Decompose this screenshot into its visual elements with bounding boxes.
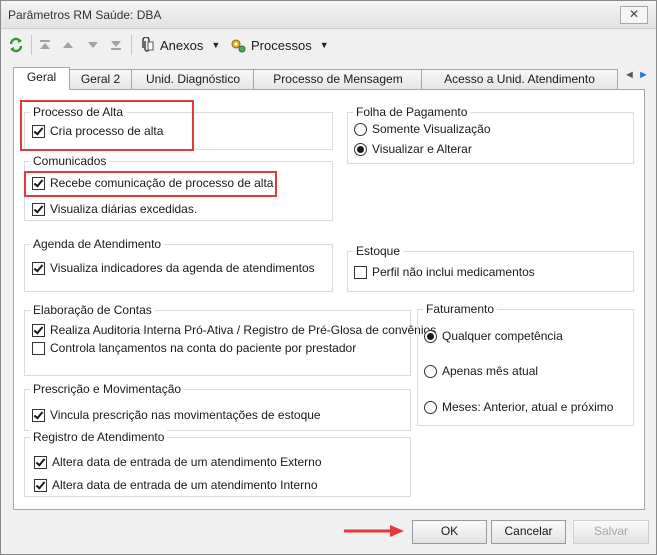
radio-label: Somente Visualização: [372, 122, 491, 136]
checkbox-box[interactable]: [354, 265, 367, 279]
checkbox-box[interactable]: [32, 261, 45, 275]
cancel-button[interactable]: Cancelar: [491, 520, 566, 544]
group-legend: Folha de Pagamento: [353, 105, 471, 119]
radio-somente-visualizacao[interactable]: Somente Visualização: [354, 122, 491, 136]
refresh-icon: [9, 37, 23, 53]
radio-label: Apenas mês atual: [442, 364, 539, 378]
window-title: Parâmetros RM Saúde: DBA: [8, 8, 162, 22]
checkbox-altera-data-interno[interactable]: Altera data de entrada de um atendimento…: [34, 478, 318, 492]
radio-qualquer-competencia[interactable]: Qualquer competência: [424, 329, 563, 343]
dialog-window: Parâmetros RM Saúde: DBA ✕ Anexos ▼ Proc…: [0, 0, 657, 555]
group-legend: Comunicados: [30, 154, 110, 168]
group-legend: Elaboração de Contas: [30, 303, 155, 317]
refresh-button[interactable]: [8, 29, 24, 61]
radio-apenas-mes-atual[interactable]: Apenas mês atual: [424, 364, 538, 378]
toolbar-separator: [131, 35, 132, 55]
tab-acesso-unid-atendimento[interactable]: Acesso a Unid. Atendimento: [421, 69, 618, 89]
tab-geral-2[interactable]: Geral 2: [68, 69, 133, 89]
radio-label: Meses: Anterior, atual e próximo: [442, 400, 614, 414]
checkbox-label: Visualiza indicadores da agenda de atend…: [50, 261, 315, 275]
tab-page-geral: Processo de Alta Cria processo de alta C…: [13, 89, 645, 510]
checkbox-auditoria-interna[interactable]: Realiza Auditoria Interna Pró-Ativa / Re…: [32, 323, 436, 337]
toolbar-separator: [31, 35, 32, 55]
ok-button[interactable]: OK: [412, 520, 487, 544]
next-record-icon: [88, 42, 98, 48]
first-record-button[interactable]: [38, 29, 52, 61]
toolbar: Anexos ▼ Processos ▼: [1, 29, 656, 61]
group-legend: Estoque: [353, 244, 404, 258]
radio-button[interactable]: [354, 122, 367, 136]
checkbox-box[interactable]: [34, 478, 47, 492]
next-record-button[interactable]: [86, 29, 100, 61]
checkbox-label: Altera data de entrada de um atendimento…: [52, 478, 318, 492]
processos-label: Processos: [251, 37, 312, 53]
group-legend: Registro de Atendimento: [30, 430, 168, 444]
group-legend: Agenda de Atendimento: [30, 237, 165, 251]
tab-scroll-buttons: ◄ ►: [624, 69, 654, 87]
chevron-down-icon: ▼: [319, 40, 329, 50]
checkbox-perfil-nao-inclui-medicamentos[interactable]: Perfil não inclui medicamentos: [354, 265, 535, 279]
checkbox-visualiza-indicadores[interactable]: Visualiza indicadores da agenda de atend…: [32, 261, 315, 275]
checkbox-box[interactable]: [34, 455, 47, 469]
anexos-menu-button[interactable]: Anexos ▼: [139, 29, 220, 61]
processos-menu-button[interactable]: Processos ▼: [230, 29, 329, 61]
radio-button[interactable]: [424, 400, 437, 414]
checkbox-label: Controla lançamentos na conta do pacient…: [50, 341, 357, 355]
checkbox-box[interactable]: [32, 341, 45, 355]
tab-geral[interactable]: Geral: [13, 67, 70, 90]
checkbox-label: Altera data de entrada de um atendimento…: [52, 455, 322, 469]
paperclip-icon: [142, 37, 154, 52]
tab-processo-de-mensagem[interactable]: Processo de Mensagem: [253, 69, 423, 89]
checkbox-box[interactable]: [32, 323, 45, 337]
radio-label: Qualquer competência: [442, 329, 563, 343]
anexos-label: Anexos: [160, 37, 204, 53]
radio-visualizar-e-alterar[interactable]: Visualizar e Alterar: [354, 142, 472, 156]
gears-icon: [231, 39, 246, 53]
radio-meses-anterior-atual-proximo[interactable]: Meses: Anterior, atual e próximo: [424, 400, 613, 414]
radio-button[interactable]: [424, 329, 437, 343]
title-bar: Parâmetros RM Saúde: DBA ✕: [1, 1, 656, 29]
previous-record-button[interactable]: [61, 29, 75, 61]
previous-record-icon: [63, 42, 73, 48]
checkbox-vincula-prescricao[interactable]: Vincula prescrição nas movimentações de …: [32, 408, 321, 422]
radio-button[interactable]: [424, 364, 437, 378]
checkbox-label: Visualiza diárias excedidas.: [50, 202, 198, 216]
tab-unid-diagnostico[interactable]: Unid. Diagnóstico: [131, 69, 255, 89]
close-button[interactable]: ✕: [620, 6, 648, 24]
radio-label: Visualizar e Alterar: [372, 142, 472, 156]
group-legend: Prescrição e Movimentação: [30, 382, 185, 396]
checkbox-controla-lancamentos[interactable]: Controla lançamentos na conta do pacient…: [32, 341, 356, 355]
group-folha-de-pagamento: Folha de Pagamento: [347, 105, 634, 164]
checkbox-label: Perfil não inclui medicamentos: [372, 265, 535, 279]
chevron-down-icon: ▼: [211, 40, 221, 50]
checkbox-box[interactable]: [32, 408, 45, 422]
tab-scroll-left-icon[interactable]: ◄: [624, 69, 635, 81]
checkbox-label: Realiza Auditoria Interna Pró-Ativa / Re…: [50, 323, 437, 337]
first-record-icon: [40, 40, 50, 49]
red-arrow-icon: [344, 525, 404, 537]
checkbox-label: Vincula prescrição nas movimentações de …: [50, 408, 321, 422]
group-legend: Faturamento: [423, 302, 498, 316]
checkbox-altera-data-externo[interactable]: Altera data de entrada de um atendimento…: [34, 455, 322, 469]
tab-scroll-right-icon[interactable]: ►: [638, 69, 649, 81]
radio-button[interactable]: [354, 142, 367, 156]
checkbox-box[interactable]: [32, 202, 45, 216]
last-record-icon: [111, 41, 121, 50]
last-record-button[interactable]: [109, 29, 123, 61]
save-button[interactable]: Salvar: [573, 520, 649, 544]
highlight-box: [20, 100, 194, 151]
tab-bar: Geral Geral 2 Unid. Diagnóstico Processo…: [13, 67, 649, 90]
checkbox-visualiza-diarias[interactable]: Visualiza diárias excedidas.: [32, 202, 197, 216]
highlight-box: [24, 171, 277, 197]
